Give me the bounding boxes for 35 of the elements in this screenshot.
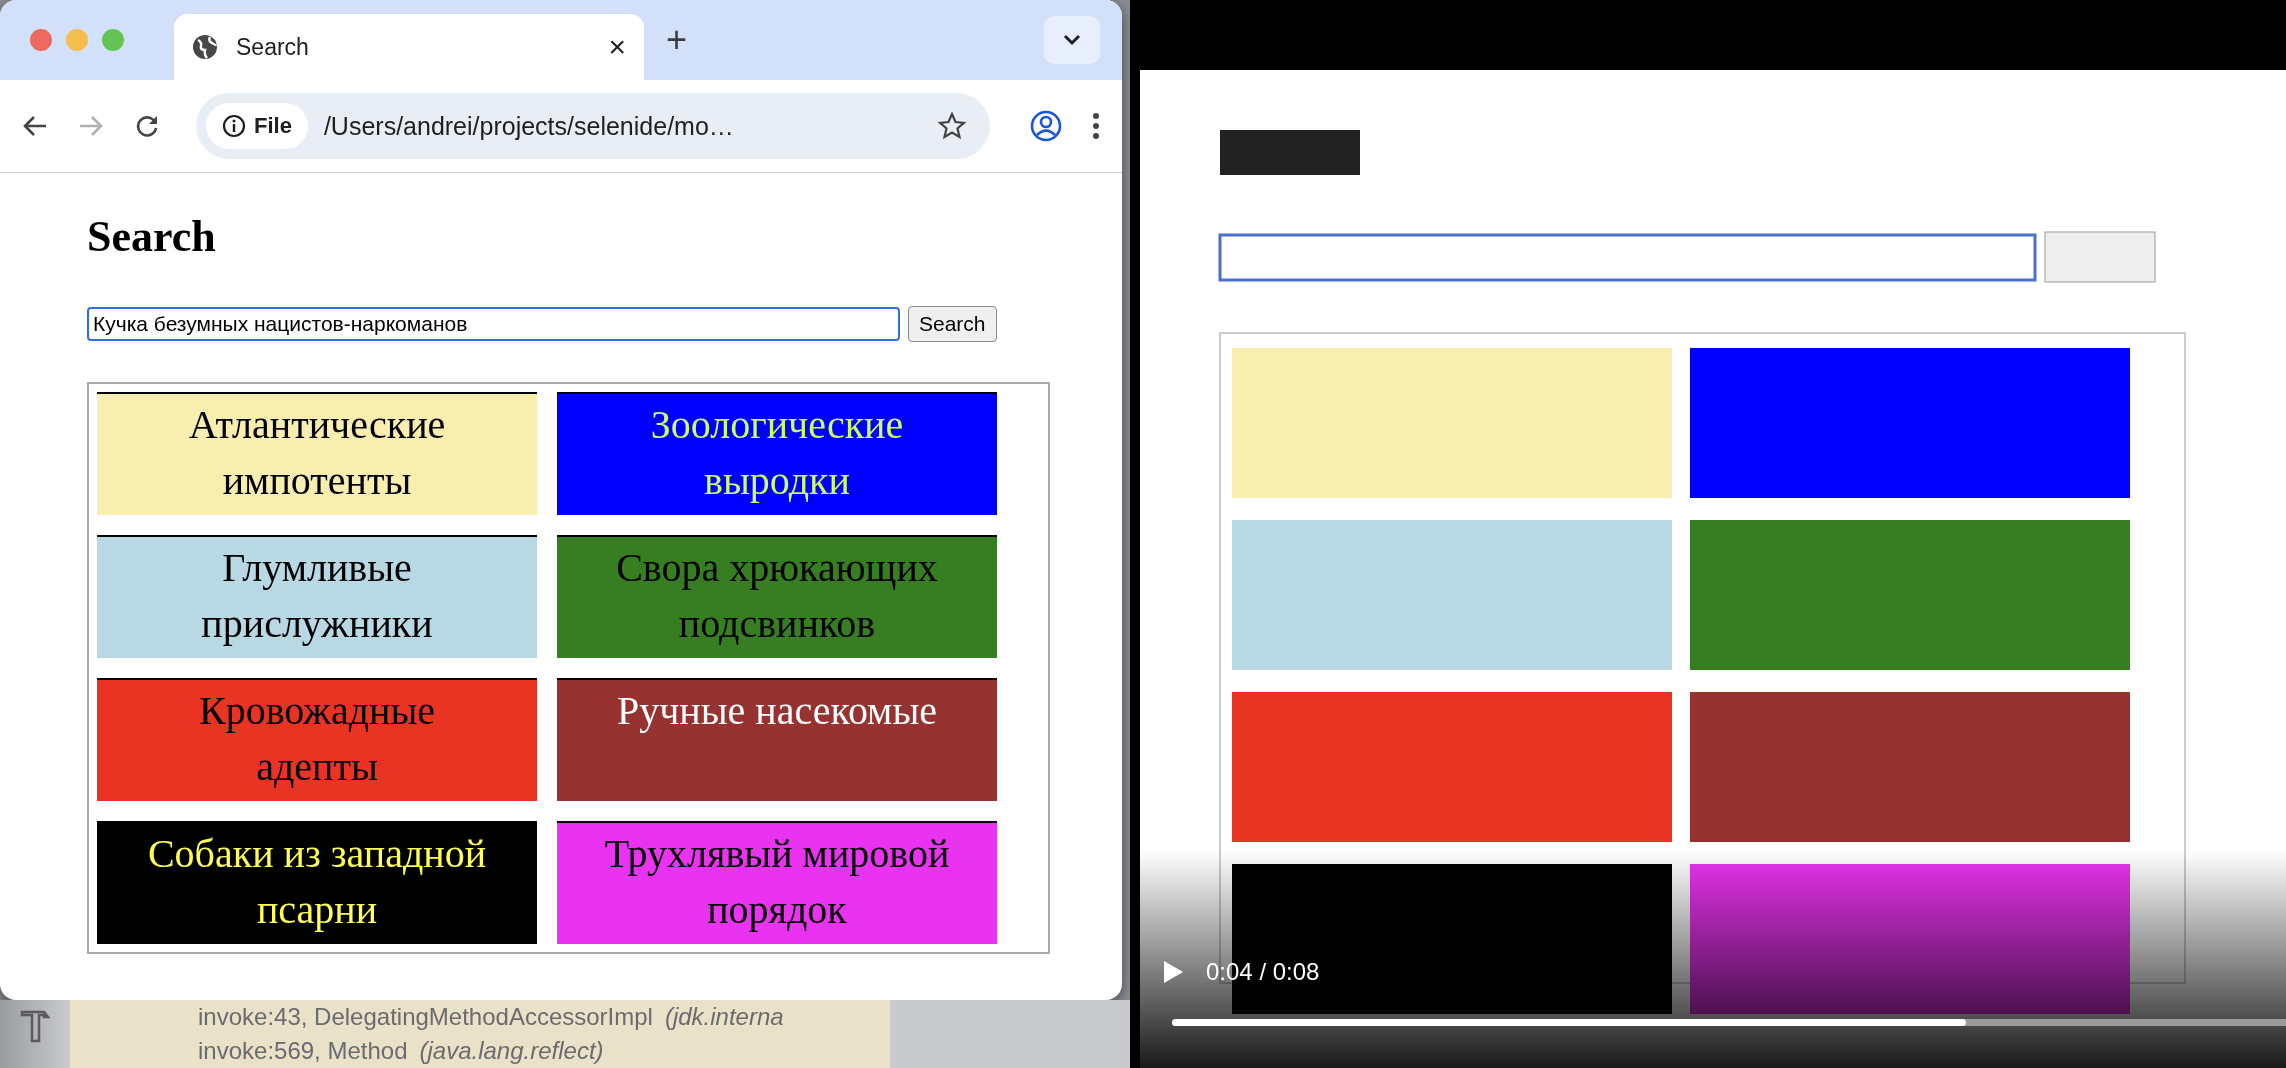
- tile-label: Глумливые прислужники: [201, 545, 433, 646]
- tile-label: Трухлявый мировой порядок: [604, 831, 950, 932]
- close-window-icon[interactable]: [30, 29, 52, 51]
- stack-frame-text: invoke:43, DelegatingMethodAccessorImpl: [198, 1003, 653, 1031]
- menu-icon[interactable]: [1092, 112, 1100, 140]
- tile-label: Собаки из западной псарни: [147, 831, 487, 932]
- tile-label: Атлантические импотенты: [188, 402, 446, 503]
- profile-icon[interactable]: [1030, 110, 1062, 142]
- hammer-icon[interactable]: [19, 1008, 51, 1044]
- site-info-button[interactable]: File: [206, 103, 308, 149]
- chevron-down-icon: [1063, 34, 1081, 46]
- new-tab-button[interactable]: +: [666, 22, 688, 58]
- tile-label: Зоологические выродки: [650, 402, 904, 503]
- search-field[interactable]: Кучка безумных нацистов-наркоманов: [87, 307, 900, 341]
- back-icon[interactable]: [22, 114, 48, 138]
- browser-tab[interactable]: Search ×: [174, 14, 644, 80]
- package-text: (jdk.interna: [664, 1003, 784, 1031]
- tile-label: Ручные насекомые: [616, 688, 938, 733]
- reload-icon[interactable]: [134, 113, 160, 139]
- video-progress-bar[interactable]: [1172, 1019, 2286, 1026]
- tile-label: Свора хрюкающих подсвинков: [616, 545, 938, 646]
- package-text: (java.lang.reflect): [419, 1037, 604, 1065]
- tab-title: Search: [236, 33, 310, 61]
- url-text: /Users/andrei/projects/selenide/mo…: [323, 111, 735, 141]
- search-button[interactable]: Search: [908, 306, 997, 342]
- address-bar[interactable]: File /Users/andrei/projects/selenide/mo…: [196, 93, 990, 159]
- close-tab-button[interactable]: ×: [608, 32, 626, 62]
- play-icon[interactable]: [1162, 960, 1184, 984]
- globe-icon: [192, 34, 218, 60]
- tile-label: Кровожадные адепты: [198, 688, 436, 789]
- star-icon[interactable]: [938, 112, 966, 140]
- info-icon: [222, 114, 246, 138]
- stack-frame-text: invoke:569, Method: [198, 1037, 408, 1065]
- page-heading: Search: [87, 211, 217, 262]
- tab-search-button[interactable]: [1044, 16, 1100, 64]
